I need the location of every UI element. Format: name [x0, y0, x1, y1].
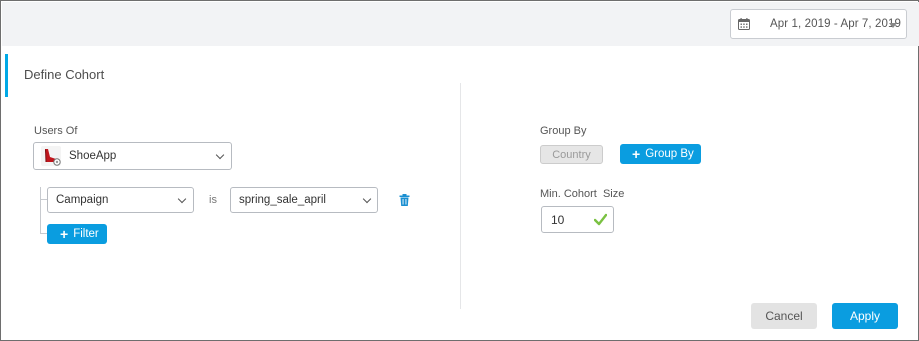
caret-down-icon[interactable]: [889, 23, 897, 28]
add-filter-button[interactable]: + Filter: [47, 224, 107, 244]
filter-field-value: Campaign: [56, 194, 109, 206]
users-of-label: Users Of: [34, 125, 78, 137]
add-group-by-label: Group By: [645, 148, 694, 160]
min-cohort-size-field[interactable]: [541, 206, 614, 233]
chevron-down-icon: [177, 194, 187, 204]
date-range-text: Apr 1, 2019 - Apr 7, 2019: [770, 18, 902, 30]
app-select[interactable]: ShoeApp: [33, 142, 232, 170]
calendar-icon: [738, 18, 750, 30]
add-filter-label: Filter: [73, 228, 99, 240]
cancel-button[interactable]: Cancel: [751, 303, 817, 329]
filter-value-text: spring_sale_april: [239, 194, 326, 206]
group-by-chip-country[interactable]: Country: [540, 145, 603, 164]
top-bar: Apr 1, 2019 - Apr 7, 2019: [2, 2, 919, 46]
plus-icon: +: [60, 226, 69, 242]
check-icon: [594, 213, 607, 226]
filter-tree-line: [40, 187, 41, 234]
apply-button[interactable]: Apply: [832, 303, 898, 329]
section-accent-bar: [5, 54, 8, 97]
date-range-picker[interactable]: Apr 1, 2019 - Apr 7, 2019: [730, 9, 907, 39]
column-divider: [460, 83, 461, 309]
app-select-value: ShoeApp: [69, 150, 117, 162]
add-group-by-button[interactable]: + Group By: [620, 144, 701, 164]
plus-icon: +: [632, 146, 641, 162]
define-cohort-dialog: Apr 1, 2019 - Apr 7, 2019 Define Cohort …: [0, 0, 919, 341]
filter-operator: is: [209, 194, 217, 206]
chevron-down-icon: [215, 150, 225, 160]
shoe-app-icon: [41, 146, 61, 166]
filter-value-select[interactable]: spring_sale_april: [230, 187, 378, 213]
chevron-down-icon: [362, 194, 372, 204]
filter-field-select[interactable]: Campaign: [47, 187, 194, 213]
min-cohort-size-input[interactable]: [551, 213, 591, 227]
min-cohort-size-label: Min. Cohort Size: [540, 188, 625, 200]
panel-title: Define Cohort: [24, 67, 105, 82]
trash-icon[interactable]: [399, 194, 410, 206]
group-by-label: Group By: [540, 125, 587, 137]
